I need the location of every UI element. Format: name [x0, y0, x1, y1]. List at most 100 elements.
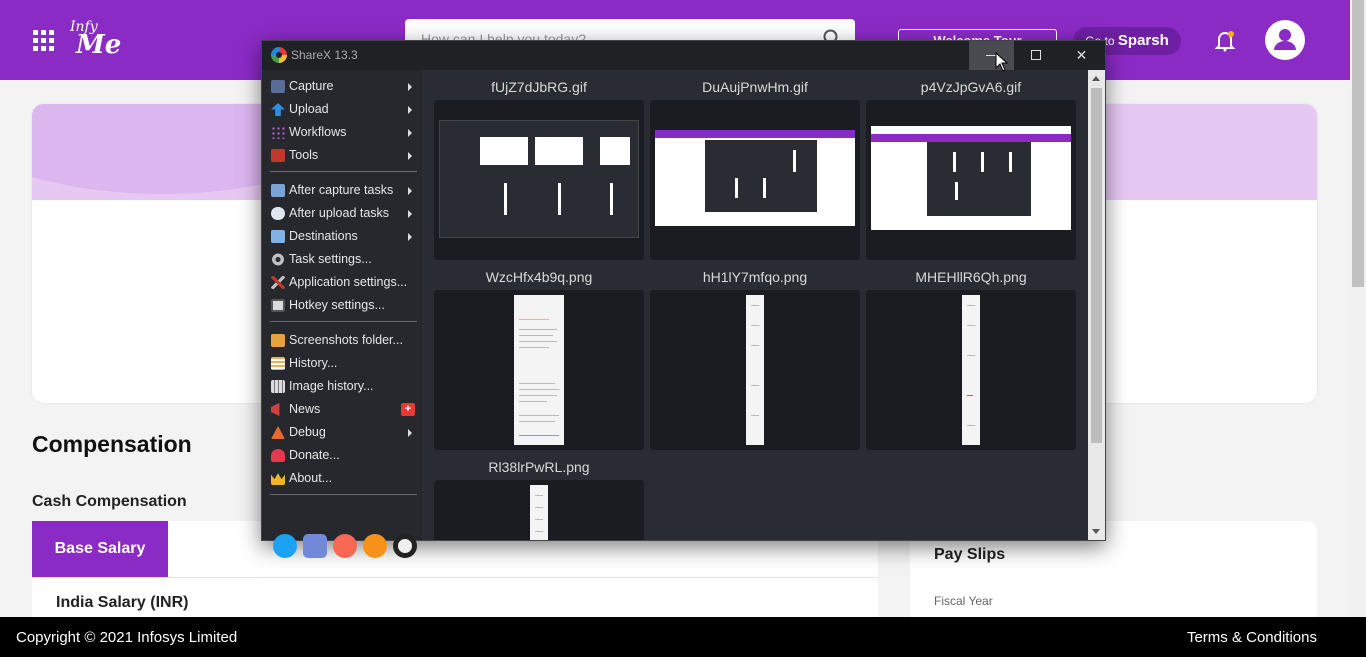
compensation-heading: Compensation: [32, 431, 192, 457]
thumbnail-preview: [962, 295, 980, 445]
menu-item-debug[interactable]: Debug: [268, 421, 420, 444]
menu-item-label: Tools: [289, 148, 319, 162]
menu-item-image-history[interactable]: Image history...: [268, 375, 420, 398]
page-scrollbar-thumb[interactable]: [1352, 0, 1364, 287]
user-avatar[interactable]: [1265, 20, 1305, 60]
menu-item-screenshots-folder[interactable]: Screenshots folder...: [268, 329, 420, 352]
sharex-window: ShareX 13.3 ✕ Capture Upload Workflows T…: [261, 40, 1106, 558]
menu-item-capture[interactable]: Capture: [268, 75, 420, 98]
apps-grid-icon[interactable]: [33, 30, 54, 51]
submenu-arrow-icon: [408, 129, 412, 137]
submenu-arrow-icon: [408, 83, 412, 91]
thumbnail-image: [650, 100, 860, 260]
scroll-up-icon[interactable]: [1092, 76, 1100, 81]
menu-separator: [270, 321, 417, 322]
card-divider: [32, 577, 878, 578]
notification-bell-icon[interactable]: [1214, 30, 1236, 52]
menu-item-destinations[interactable]: Destinations: [268, 225, 420, 248]
news-badge: +: [401, 403, 415, 416]
twitter-icon[interactable]: [273, 534, 297, 558]
debug-icon: [271, 426, 285, 439]
menu-item-label: Screenshots folder...: [289, 333, 403, 347]
crown-icon: [271, 473, 285, 485]
thumbnail-filename: WzcHfx4b9q.png: [485, 269, 593, 285]
thumbnail-image: [434, 480, 644, 540]
tab-base-salary[interactable]: Base Salary: [32, 521, 168, 577]
destinations-icon: [271, 230, 285, 243]
close-icon: ✕: [1075, 47, 1088, 63]
thumbnail-preview: [871, 126, 1071, 230]
submenu-arrow-icon: [408, 187, 412, 195]
upload-icon: [271, 103, 285, 116]
submenu-arrow-icon: [408, 429, 412, 437]
menu-item-task-settings[interactable]: Task settings...: [268, 248, 420, 271]
menu-item-label: Donate...: [289, 448, 340, 462]
thumbnail-preview: [514, 295, 564, 445]
copyright-text: Copyright © 2021 Infosys Limited: [16, 629, 238, 646]
page-scrollbar[interactable]: [1350, 0, 1366, 617]
sharex-main-menu: Capture Upload Workflows Tools After cap…: [262, 70, 422, 558]
menu-item-label: News: [289, 402, 321, 416]
keyboard-icon: [271, 299, 285, 312]
discord-icon[interactable]: [303, 534, 327, 558]
thumbnail-filename: hH1lY7mfqo.png: [702, 269, 808, 285]
menu-item-news[interactable]: News +: [268, 398, 420, 421]
scrollbar-thumb[interactable]: [1091, 88, 1102, 443]
sharex-titlebar[interactable]: ShareX 13.3 ✕: [262, 41, 1105, 72]
thumbnail-filename: p4VzJpGvA6.gif: [920, 79, 1022, 95]
file-thumbnail-grid: fUjZ7dJbRG.gif DuAujPnwHm.gif p4VzJpGvA6…: [426, 70, 1087, 540]
menu-item-upload[interactable]: Upload: [268, 98, 420, 121]
close-button[interactable]: ✕: [1059, 41, 1104, 70]
thumbnail-image: [866, 290, 1076, 450]
thumbnail-scrollbar[interactable]: [1088, 70, 1105, 540]
thumbnail-preview: [746, 295, 764, 445]
footer: Copyright © 2021 Infosys Limited Terms &…: [0, 617, 1366, 657]
thumbnail-filename: fUjZ7dJbRG.gif: [491, 79, 587, 95]
menu-item-history[interactable]: History...: [268, 352, 420, 375]
user-icon: [1274, 29, 1296, 50]
maximize-button[interactable]: [1014, 41, 1059, 70]
thumbnail-preview: [439, 120, 639, 238]
github-icon[interactable]: [393, 534, 417, 558]
submenu-arrow-icon: [408, 233, 412, 241]
thumbnail-filename: Rl38lrPwRL.png: [488, 459, 590, 475]
scroll-down-icon[interactable]: [1092, 529, 1100, 534]
submenu-arrow-icon: [408, 106, 412, 114]
menu-item-tools[interactable]: Tools: [268, 144, 420, 167]
folder-icon: [271, 334, 285, 347]
menu-item-after-upload-tasks[interactable]: After upload tasks: [268, 202, 420, 225]
megaphone-icon: [271, 403, 280, 416]
after-upload-icon: [271, 207, 285, 220]
menu-item-label: Capture: [289, 79, 334, 93]
menu-item-label: Task settings...: [289, 252, 372, 266]
terms-link[interactable]: Terms & Conditions: [1187, 629, 1317, 646]
patreon-icon[interactable]: [333, 534, 357, 558]
menu-item-donate[interactable]: Donate...: [268, 444, 420, 467]
thumbnail-preview: [655, 130, 855, 226]
thumbnail-preview: [530, 485, 548, 540]
wrench-icon: [271, 276, 285, 289]
menu-item-label: History...: [289, 356, 338, 370]
sparsh-name: Sparsh: [1117, 32, 1169, 49]
cash-compensation-heading: Cash Compensation: [32, 493, 187, 510]
menu-item-label: Debug: [289, 425, 326, 439]
menu-item-label: Upload: [289, 102, 329, 116]
menu-separator: [270, 494, 417, 495]
menu-item-workflows[interactable]: Workflows: [268, 121, 420, 144]
menu-item-after-capture-tasks[interactable]: After capture tasks: [268, 179, 420, 202]
thumbnail-image: [866, 100, 1076, 260]
menu-item-about[interactable]: About...: [268, 467, 420, 490]
infyme-logo[interactable]: Infy Me: [70, 20, 121, 58]
menu-item-label: Image history...: [289, 379, 374, 393]
sharex-window-title: ShareX 13.3: [291, 48, 358, 62]
thumbnail-filename: DuAujPnwHm.gif: [702, 79, 808, 95]
menu-item-label: Workflows: [289, 125, 347, 139]
menu-item-application-settings[interactable]: Application settings...: [268, 271, 420, 294]
india-salary-label: India Salary (INR): [56, 594, 189, 611]
logo-line2: Me: [76, 30, 122, 60]
menu-item-label: Hotkey settings...: [289, 298, 385, 312]
menu-item-hotkey-settings[interactable]: Hotkey settings...: [268, 294, 420, 317]
submenu-arrow-icon: [408, 210, 412, 218]
heart-icon: [271, 449, 285, 462]
bitcoin-icon[interactable]: [363, 534, 387, 558]
